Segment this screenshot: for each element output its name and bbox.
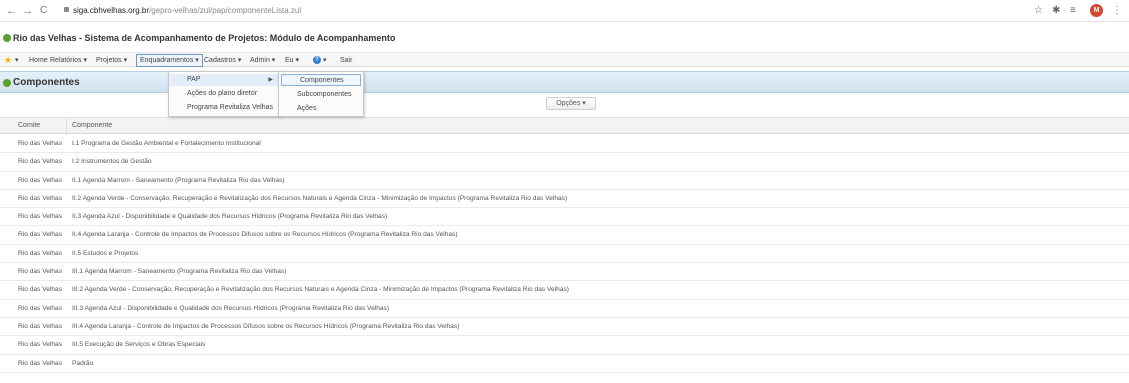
menu-eu[interactable]: Eu ▾	[285, 55, 299, 66]
dropdown-item-pap[interactable]: PAP ▶	[169, 74, 279, 86]
cell-componente: II.2 Agenda Verde - Conservação, Recuper…	[72, 194, 568, 202]
dropdown-item-label: PAP	[187, 76, 201, 83]
cell-componente: III.4 Agenda Laranja - Controle de Impac…	[72, 322, 460, 330]
back-arrow-icon[interactable]: ←	[6, 4, 17, 18]
grid-header: Comite Componente	[0, 117, 1129, 135]
enquadramentos-dropdown: PAP ▶ Ações do plano diretor Programa Re…	[168, 71, 280, 117]
table-row[interactable]: Rio das Velhas III.4 Agenda Laranja - Con…	[0, 318, 1129, 337]
cell-componente: II.5 Estudos e Projetos	[72, 249, 139, 257]
cell-componente: I.1 Programa de Gestão Ambiental e Forta…	[72, 140, 261, 147]
url-host: siga.cbhvelhas.org.br	[73, 6, 150, 15]
cell-comite: Rio das Velhas	[18, 176, 62, 184]
cell-componente: II.4 Agenda Laranja - Controle de Impact…	[72, 231, 458, 239]
cell-comite: Rio das Velhas	[18, 158, 62, 166]
cell-componente: II.3 Agenda Azul - Disponibilidade e Qua…	[72, 213, 388, 221]
cell-componente: III.3 Agenda Azul - Disponibilidade e Qu…	[72, 304, 390, 312]
main-menubar: ★ ▾ Home Relatórios ▾ Projetos ▾ Enquadr…	[0, 52, 1129, 67]
menu-help[interactable]: ? ▾	[313, 55, 326, 66]
cell-comite: Rio das Velhas	[18, 359, 62, 367]
more-menu-icon[interactable]: ⋮	[1112, 4, 1122, 18]
column-separator	[66, 118, 67, 135]
submenu-arrow-icon: ▶	[268, 77, 273, 83]
table-row[interactable]: Rio das Velhas II.2 Agenda Verde - Conser…	[0, 190, 1129, 209]
table-row[interactable]: Rio das Velhas II.5 Estudos e Projetos	[0, 245, 1129, 264]
address-bar[interactable]: siga.cbhvelhas.org.br/gepro-velhas/zul/p…	[64, 4, 1024, 18]
panel-status-icon	[3, 79, 11, 87]
cell-comite: Rio das Velhas	[18, 286, 62, 294]
cell-componente: II.1 Agenda Marrom - Saneamento (Program…	[72, 176, 285, 184]
table-row[interactable]: Rio das Velhas III.5 Execução de Serviços…	[0, 336, 1129, 355]
pap-submenu: Componentes Subcomponentes Ações	[278, 71, 364, 117]
app-title-bar: Rio das Velhas - Sistema de Acompanhamen…	[0, 31, 1129, 46]
table-row[interactable]: Rio das Velhas I.2 Instrumentos de Gestão	[0, 153, 1129, 172]
cell-componente: III.2 Agenda Verde - Conservação, Recupe…	[72, 286, 569, 294]
submenu-item-subcomponentes[interactable]: Subcomponentes	[279, 89, 363, 101]
table-row[interactable]: Rio das Velhas III.3 Agenda Azul - Dispon…	[0, 300, 1129, 318]
column-header-comite[interactable]: Comite	[18, 122, 40, 129]
help-icon: ?	[313, 56, 321, 65]
table-row[interactable]: Rio das Velhas II.4 Agenda Laranja - Cont…	[0, 226, 1129, 245]
cell-componente: III.5 Execução de Serviços e Obras Espec…	[72, 341, 206, 349]
submenu-item-acoes[interactable]: Ações	[279, 103, 363, 115]
panel-title: Componentes	[13, 77, 80, 88]
cell-comite: Rio das Velhas	[18, 194, 62, 202]
menu-sair[interactable]: Sair	[340, 55, 352, 66]
table-row[interactable]: Rio das Velhas Padrão	[0, 355, 1129, 373]
status-ok-icon	[3, 34, 11, 42]
avatar[interactable]: M	[1090, 4, 1103, 17]
column-header-componente[interactable]: Componente	[72, 122, 112, 129]
menu-cadastros[interactable]: Cadastros ▾	[204, 55, 241, 66]
cell-comite: Rio das Velhas	[18, 231, 62, 239]
browser-toolbar: ← → C siga.cbhvelhas.org.br/gepro-velhas…	[0, 0, 1129, 22]
url-path: /gepro-velhas/zul/pap/componenteLista.zu…	[149, 6, 302, 15]
cell-comite: Rio das Velhas	[18, 304, 62, 312]
favorites-star-icon[interactable]: ★	[4, 55, 12, 66]
forward-arrow-icon[interactable]: →	[22, 4, 33, 18]
media-queue-icon[interactable]: ≡	[1070, 4, 1076, 18]
cell-comite: Rio das Velhas	[18, 322, 62, 330]
menu-enquadramentos[interactable]: Enquadramentos ▾	[136, 54, 203, 67]
lock-icon	[64, 7, 69, 13]
menu-relatorios[interactable]: Relatórios ▾	[50, 55, 87, 66]
bookmark-star-icon[interactable]: ☆	[1034, 4, 1043, 18]
menu-home[interactable]: Home	[29, 55, 48, 66]
cell-componente: Padrão	[72, 359, 94, 367]
cell-comite: Rio das Velhas	[18, 140, 62, 147]
table-row[interactable]: Rio das Velhas III.1 Agenda Marrom - Sane…	[0, 263, 1129, 282]
app-title: Rio das Velhas - Sistema de Acompanhamen…	[13, 33, 396, 43]
favorites-arrow-icon[interactable]: ▾	[15, 55, 19, 66]
cell-componente: I.2 Instrumentos de Gestão	[72, 158, 152, 166]
menu-help-arrow: ▾	[322, 57, 327, 64]
cell-comite: Rio das Velhas	[18, 341, 62, 349]
cell-componente: III.1 Agenda Marrom - Saneamento (Progra…	[72, 268, 287, 276]
grid-body: Rio das Velhas I.1 Programa de Gestão Amb…	[0, 135, 1129, 373]
table-row[interactable]: Rio das Velhas I.1 Programa de Gestão Amb…	[0, 135, 1129, 154]
extensions-icon[interactable]: ✱	[1052, 4, 1060, 18]
menu-projetos[interactable]: Projetos ▾	[96, 55, 127, 66]
menu-admin[interactable]: Admin ▾	[250, 55, 275, 66]
options-button[interactable]: Opções ▾	[546, 97, 596, 110]
table-row[interactable]: Rio das Velhas II.3 Agenda Azul - Disponi…	[0, 208, 1129, 227]
cell-comite: Rio das Velhas	[18, 213, 62, 221]
table-row[interactable]: Rio das Velhas III.2 Agenda Verde - Conse…	[0, 281, 1129, 300]
cell-comite: Rio das Velhas	[18, 268, 62, 276]
table-row[interactable]: Rio das Velhas II.1 Agenda Marrom - Sanea…	[0, 172, 1129, 190]
cell-comite: Rio das Velhas	[18, 249, 62, 257]
dropdown-item-acoes-plano[interactable]: Ações do plano diretor	[169, 88, 279, 100]
submenu-item-componentes[interactable]: Componentes	[281, 74, 361, 86]
dropdown-item-programa-revitaliza[interactable]: Programa Revitaliza Velhas	[169, 102, 279, 114]
reload-icon[interactable]: C	[40, 4, 47, 18]
